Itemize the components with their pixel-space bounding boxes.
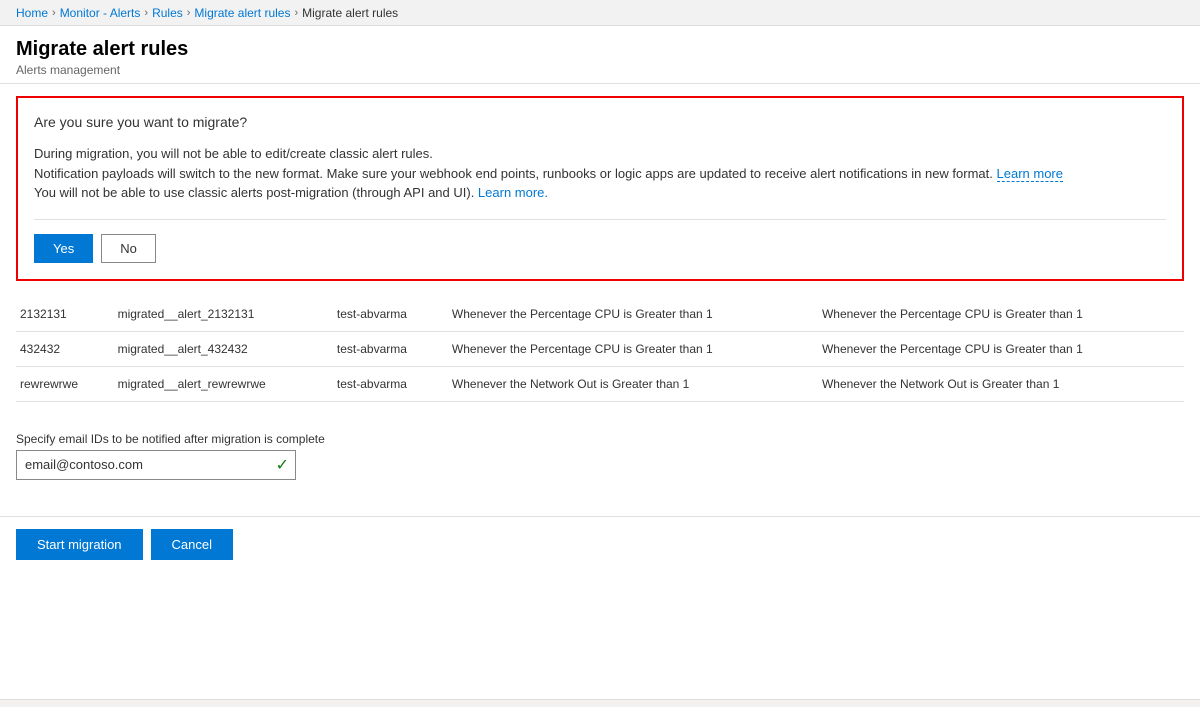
email-input-wrapper: ✓ [16, 450, 296, 480]
table-cell: test-abvarma [329, 331, 444, 366]
table-cell: Whenever the Percentage CPU is Greater t… [814, 297, 1184, 332]
table-cell: rewrewrwe [16, 366, 110, 401]
breadcrumb-sep-2: › [144, 7, 148, 19]
horizontal-scrollbar[interactable] [0, 699, 1200, 707]
confirm-message-3: You will not be able to use classic aler… [34, 183, 1166, 203]
breadcrumb-monitor[interactable]: Monitor - Alerts [60, 6, 141, 20]
confirm-message-2: Notification payloads will switch to the… [34, 164, 1166, 184]
cancel-button[interactable]: Cancel [151, 529, 233, 560]
table-row: 432432migrated__alert_432432test-abvarma… [16, 331, 1184, 366]
footer: Start migration Cancel [0, 516, 1200, 572]
table-cell: Whenever the Percentage CPU is Greater t… [444, 297, 814, 332]
breadcrumb-migrate-link[interactable]: Migrate alert rules [194, 6, 290, 20]
email-label: Specify email IDs to be notified after m… [16, 432, 1184, 446]
table-cell: test-abvarma [329, 366, 444, 401]
breadcrumb: Home › Monitor - Alerts › Rules › Migrat… [0, 0, 1200, 26]
email-input[interactable] [17, 452, 270, 477]
breadcrumb-current: Migrate alert rules [302, 6, 398, 20]
checkmark-icon: ✓ [270, 451, 295, 479]
table-cell: Whenever the Network Out is Greater than… [814, 366, 1184, 401]
table-cell: migrated__alert_rewrewrwe [110, 366, 329, 401]
breadcrumb-sep-1: › [52, 7, 56, 19]
confirm-messages: During migration, you will not be able t… [34, 144, 1166, 203]
learn-more-link-1[interactable]: Learn more [997, 166, 1063, 182]
confirm-question: Are you sure you want to migrate? [34, 114, 1166, 130]
confirm-buttons: Yes No [34, 234, 1166, 263]
no-button[interactable]: No [101, 234, 156, 263]
confirm-divider [34, 219, 1166, 220]
main-content: Are you sure you want to migrate? During… [0, 84, 1200, 508]
start-migration-button[interactable]: Start migration [16, 529, 143, 560]
breadcrumb-sep-3: › [187, 7, 191, 19]
page-title: Migrate alert rules [16, 38, 1184, 61]
table-cell: 432432 [16, 331, 110, 366]
table-cell: Whenever the Percentage CPU is Greater t… [444, 331, 814, 366]
learn-more-link-2[interactable]: Learn more. [478, 185, 548, 200]
table-row: 2132131migrated__alert_2132131test-abvar… [16, 297, 1184, 332]
table-cell: test-abvarma [329, 297, 444, 332]
alert-table: 2132131migrated__alert_2132131test-abvar… [16, 297, 1184, 402]
confirm-message-1: During migration, you will not be able t… [34, 144, 1166, 164]
table-cell: 2132131 [16, 297, 110, 332]
table-cell: migrated__alert_432432 [110, 331, 329, 366]
table-cell: Whenever the Percentage CPU is Greater t… [814, 331, 1184, 366]
email-section: Specify email IDs to be notified after m… [16, 432, 1184, 480]
table-cell: Whenever the Network Out is Greater than… [444, 366, 814, 401]
table-row: rewrewrwemigrated__alert_rewrewrwetest-a… [16, 366, 1184, 401]
confirm-box: Are you sure you want to migrate? During… [16, 96, 1184, 281]
breadcrumb-rules[interactable]: Rules [152, 6, 183, 20]
page-subtitle: Alerts management [16, 63, 1184, 77]
breadcrumb-sep-4: › [294, 7, 298, 19]
yes-button[interactable]: Yes [34, 234, 93, 263]
table-cell: migrated__alert_2132131 [110, 297, 329, 332]
breadcrumb-home[interactable]: Home [16, 6, 48, 20]
page-header: Migrate alert rules Alerts management [0, 26, 1200, 84]
